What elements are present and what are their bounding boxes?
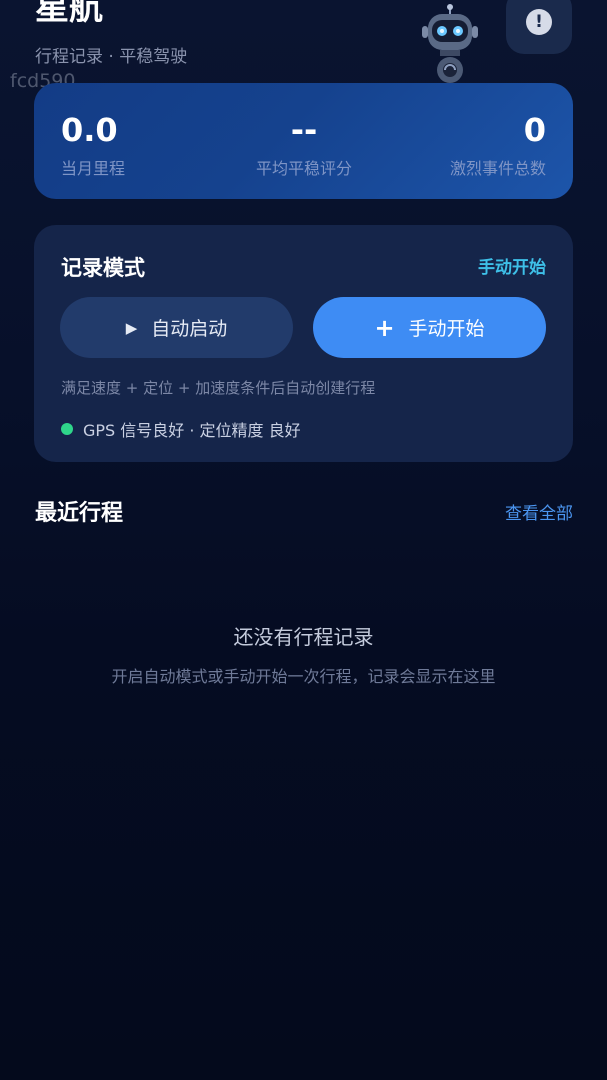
robot-mascot-icon bbox=[418, 4, 482, 84]
stat-label: 激烈事件总数 bbox=[449, 159, 546, 178]
status-dot-icon bbox=[61, 423, 73, 435]
stat-value: 0 bbox=[523, 111, 546, 149]
auto-start-label: 自动启动 bbox=[151, 318, 228, 340]
gps-status-text: GPS 信号良好 · 定位精度 良好 bbox=[83, 421, 301, 440]
manual-start-label: 手动开始 bbox=[408, 318, 485, 340]
gps-status: GPS 信号良好 · 定位精度 良好 bbox=[61, 417, 301, 441]
current-mode-link[interactable]: 手动开始 bbox=[478, 253, 546, 278]
stat-harsh-events: 0 激烈事件总数 bbox=[450, 111, 546, 179]
record-mode-title: 记录模式 bbox=[61, 256, 145, 280]
plus-icon: + bbox=[374, 313, 395, 342]
stats-card: 0.0 当月里程 -- 平均平稳评分 0 激烈事件总数 bbox=[34, 83, 573, 199]
record-mode-card: 记录模式 手动开始 ▶ 自动启动 + 手动开始 满足速度 + 定位 + 加速度条… bbox=[34, 225, 573, 462]
exclamation-icon: ! bbox=[526, 9, 552, 35]
stat-value: -- bbox=[290, 111, 318, 149]
view-all-link[interactable]: 查看全部 bbox=[505, 499, 573, 524]
stat-monthly-mileage: 0.0 当月里程 bbox=[61, 111, 125, 179]
app-screen: 0S 星航 行程记录 · 平稳驾驶 fcd590 ! 0.0 当月里程 bbox=[0, 0, 607, 1080]
record-mode-description: 满足速度 + 定位 + 加速度条件后自动创建行程 bbox=[61, 379, 376, 397]
auto-start-button[interactable]: ▶ 自动启动 bbox=[60, 297, 293, 358]
recent-trips-title: 最近行程 bbox=[35, 501, 124, 526]
alert-button[interactable]: ! bbox=[506, 0, 572, 54]
manual-start-button[interactable]: + 手动开始 bbox=[313, 297, 546, 358]
empty-state-title: 还没有行程记录 bbox=[233, 625, 374, 649]
stat-average-score: -- 平均平稳评分 bbox=[249, 111, 359, 179]
stat-label: 平均平稳评分 bbox=[255, 159, 352, 178]
stat-value: 0.0 bbox=[61, 111, 118, 149]
play-icon: ▶ bbox=[125, 318, 138, 337]
stat-label: 当月里程 bbox=[61, 159, 126, 178]
app-subtitle: 行程记录 · 平稳驾驶 bbox=[35, 47, 188, 67]
app-title: 星航 bbox=[35, 0, 103, 28]
empty-state-description: 开启自动模式或手动开始一次行程，记录会显示在这里 bbox=[111, 667, 496, 686]
